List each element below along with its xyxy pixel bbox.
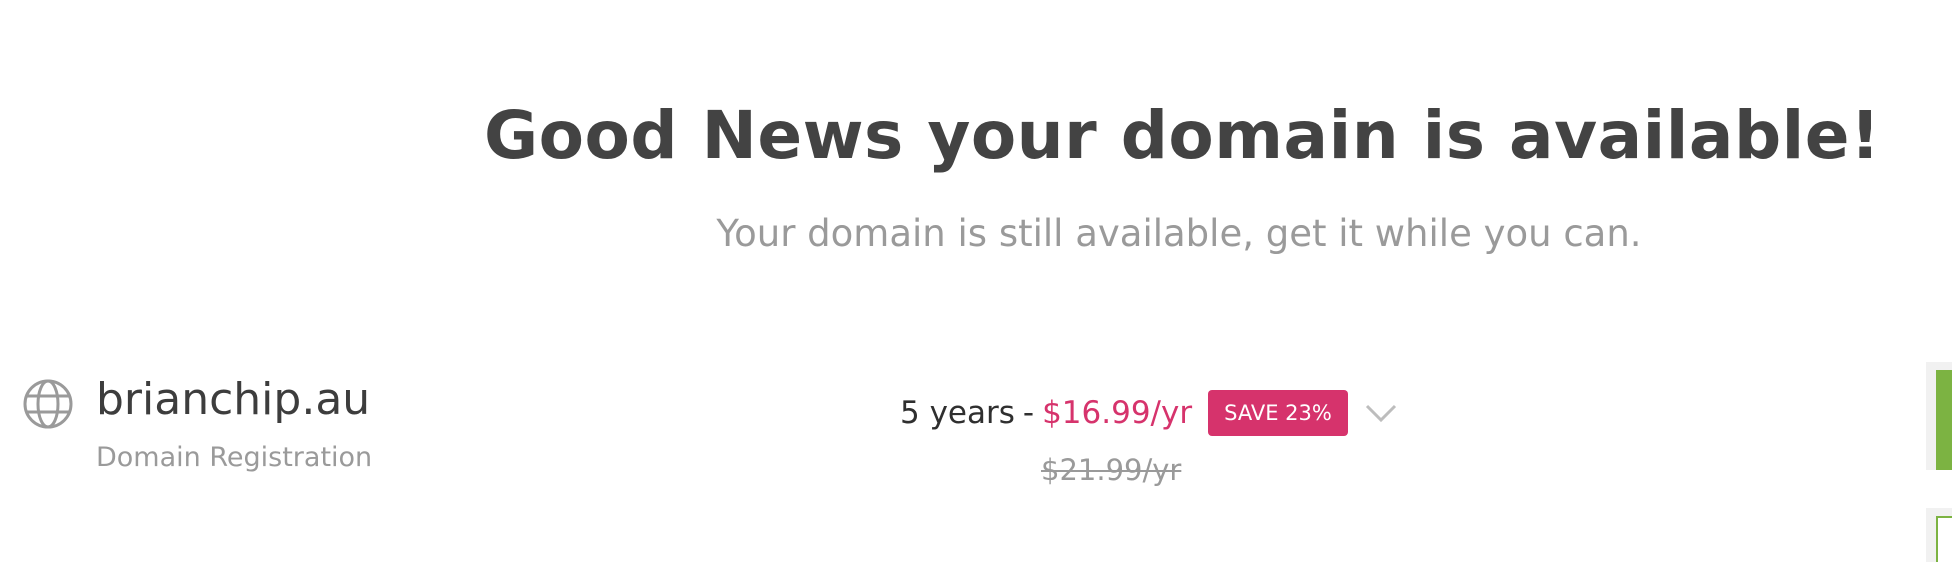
term-selector[interactable]: 5 years - $16.99/yr SAVE 23% [900,390,1398,436]
page-subtitle: Your domain is still available, get it w… [716,212,1642,255]
secondary-action-button[interactable] [1926,508,1952,562]
globe-icon [23,379,73,429]
product-label: Domain Registration [96,442,373,473]
original-price: $21.99/yr [1041,453,1182,487]
term-separator: - [1022,395,1035,431]
chevron-down-icon[interactable] [1364,402,1398,424]
button-outline [1936,516,1952,562]
add-to-cart-button[interactable] [1926,362,1952,470]
current-price: $16.99/yr [1042,395,1193,431]
term-label: 5 years [900,395,1015,431]
domain-result-row: brianchip.au Domain Registration 5 years… [0,360,1952,520]
button-fill [1936,370,1952,470]
save-badge: SAVE 23% [1208,390,1348,436]
domain-name: brianchip.au [96,374,371,425]
page-title: Good News your domain is available! [484,97,1881,174]
